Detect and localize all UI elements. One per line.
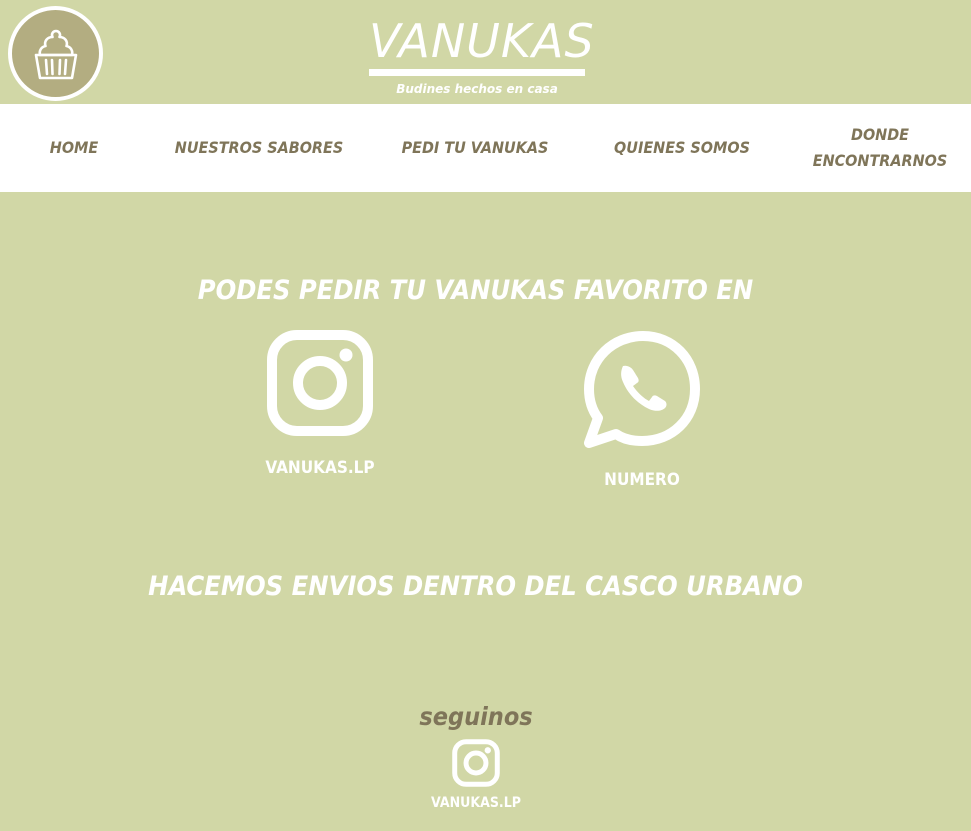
brand: VANUKAS Budines hechos en casa	[369, 14, 595, 96]
whatsapp-icon	[584, 331, 700, 448]
cupcake-icon	[34, 29, 77, 79]
whatsapp-contact-link[interactable]: NUMERO	[562, 330, 722, 490]
footer-instagram-handle: VANUKAS.LP	[431, 795, 521, 811]
instagram-icon	[267, 330, 373, 436]
site-header: VANUKAS Budines hechos en casa	[0, 0, 971, 104]
footer-instagram-link[interactable]: VANUKAS.LP	[376, 739, 576, 811]
brand-title: VANUKAS	[369, 14, 595, 68]
follow-us-title: seguinos	[419, 702, 533, 731]
nav-item-home[interactable]: HOME	[30, 104, 118, 192]
shipping-headline: HACEMOS ENVIOS DENTRO DEL CASCO URBANO	[148, 571, 803, 603]
footer: seguinos VANUKAS.LP	[376, 700, 576, 811]
brand-underline	[369, 69, 585, 76]
brand-subtitle: Budines hechos en casa	[396, 82, 558, 96]
instagram-contact-link[interactable]: VANUKAS.LP	[240, 330, 400, 478]
logo[interactable]	[8, 6, 103, 101]
nav-item-nuestros-sabores[interactable]: NUESTROS SABORES	[160, 104, 358, 192]
order-headline: PODES PEDIR TU VANUKAS FAVORITO EN	[197, 275, 754, 307]
nav-item-donde-encontrarnos[interactable]: DONDE ENCONTRARNOS	[800, 104, 960, 192]
instagram-handle: VANUKAS.LP	[265, 458, 375, 478]
main-navigation: HOME NUESTROS SABORES PEDI TU VANUKAS QU…	[0, 104, 971, 192]
instagram-icon	[452, 739, 500, 787]
nav-item-pedi-tu-vanukas[interactable]: PEDI TU VANUKAS	[388, 104, 562, 192]
whatsapp-number: NUMERO	[604, 470, 680, 490]
nav-item-quienes-somos[interactable]: QUIENES SOMOS	[600, 104, 764, 192]
